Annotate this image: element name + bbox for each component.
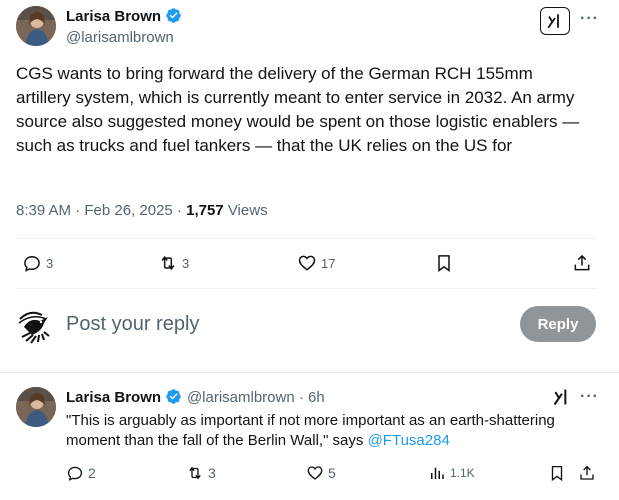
reply-author-info: Larisa Brown @larisamlbrown · 6h [66, 388, 325, 407]
mention-link[interactable]: @FTusa284 [368, 432, 450, 449]
author-handle[interactable]: @larisamlbrown [66, 29, 182, 46]
divider [16, 238, 598, 239]
repost-icon [189, 466, 201, 480]
reply-icon [67, 466, 83, 481]
tweet-timestamp[interactable]: 8:39 AM · Feb 26, 2025 · [16, 202, 186, 219]
reply-count: 3 [46, 255, 54, 271]
reply-action[interactable]: 3 [22, 253, 53, 273]
repost-icon [161, 255, 175, 271]
reply-author-handle[interactable]: @larisamlbrown [187, 389, 295, 406]
bookmark-icon [438, 255, 450, 272]
heart-icon [298, 255, 316, 271]
reply-author-avatar[interactable] [16, 387, 56, 427]
reply-action[interactable]: 2 [66, 464, 96, 482]
raven-logo-icon [18, 311, 50, 344]
like-action[interactable]: 5 [306, 464, 336, 482]
share-action[interactable] [578, 464, 596, 482]
views-icon [431, 467, 444, 479]
repost-count: 3 [182, 255, 190, 271]
reply-author-name[interactable]: Larisa Brown [66, 389, 161, 406]
tweet-text: CGS wants to bring forward the delivery … [16, 64, 580, 155]
composer-avatar [16, 305, 56, 345]
grok-glyph [547, 14, 559, 29]
reply-time[interactable]: · 6h [295, 389, 325, 406]
bookmark-icon [551, 465, 563, 482]
like-action[interactable]: 17 [297, 253, 335, 273]
views-action[interactable]: 1.1K [428, 464, 475, 482]
like-count: 17 [321, 255, 336, 271]
more-icon[interactable]: ··· [580, 388, 599, 406]
reply-text: "This is arguably as important if not mo… [66, 411, 606, 451]
author-info: Larisa Brown @larisamlbrown [66, 7, 182, 46]
author-name[interactable]: Larisa Brown [66, 8, 161, 25]
share-icon [574, 254, 590, 271]
repost-action[interactable]: 3 [158, 253, 189, 273]
author-avatar[interactable] [16, 6, 56, 46]
bookmark-action[interactable] [548, 464, 566, 482]
views-label: Views [223, 202, 268, 219]
more-icon[interactable]: ··· [580, 10, 599, 28]
reply-count: 2 [88, 465, 96, 481]
avatar-image [16, 387, 56, 427]
tweet-meta: 8:39 AM · Feb 26, 2025 · 1,757 Views [16, 202, 268, 219]
reply-button[interactable]: Reply [520, 306, 596, 342]
reply-input[interactable]: Post your reply [66, 313, 199, 336]
bookmark-action[interactable] [434, 253, 454, 273]
divider [0, 372, 619, 373]
avatar-image [16, 6, 56, 46]
repost-action[interactable]: 3 [186, 464, 216, 482]
grok-icon[interactable] [540, 7, 570, 35]
views-count: 1.1K [450, 466, 475, 480]
reply-icon [24, 255, 40, 272]
grok-icon[interactable] [552, 387, 572, 412]
reply-text-body: "This is arguably as important if not mo… [66, 412, 555, 449]
divider [16, 288, 598, 289]
like-count: 5 [328, 465, 336, 481]
views-count: 1,757 [186, 202, 224, 219]
verified-badge-icon [166, 389, 182, 404]
heart-icon [307, 466, 323, 480]
share-icon [580, 465, 594, 480]
verified-badge-icon [166, 8, 182, 23]
grok-glyph [553, 389, 567, 406]
repost-count: 3 [208, 465, 216, 481]
share-action[interactable] [572, 253, 592, 273]
